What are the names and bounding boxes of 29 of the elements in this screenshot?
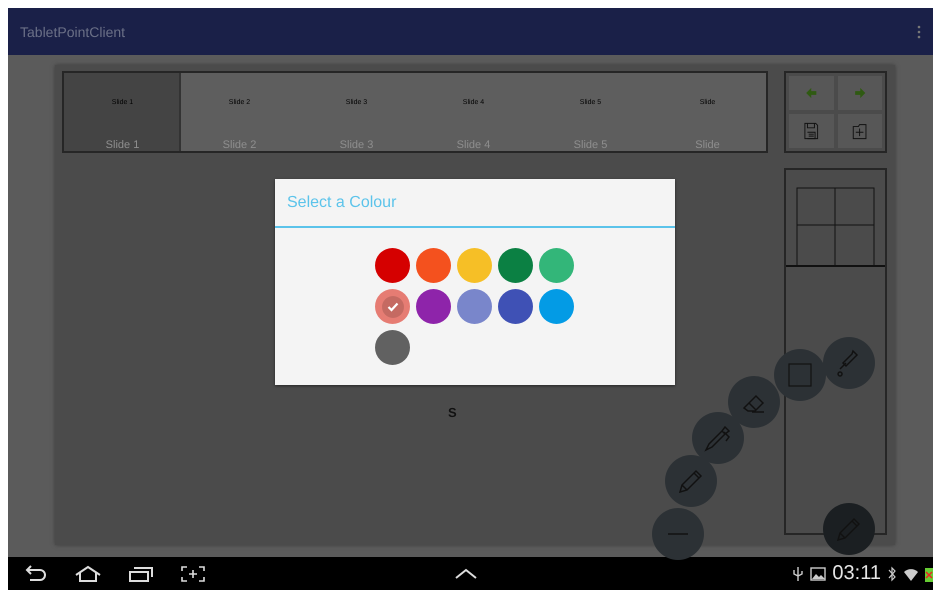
colour-swatch[interactable] — [375, 330, 410, 365]
add-folder-button[interactable] — [838, 114, 882, 148]
colour-swatch[interactable] — [457, 289, 492, 324]
colour-swatch[interactable] — [375, 248, 410, 283]
canvas-text: S — [448, 405, 457, 420]
recent-apps-icon[interactable] — [128, 564, 154, 582]
image-icon — [810, 566, 826, 580]
battery-icon — [925, 566, 933, 582]
dialog-title: Select a Colour — [287, 194, 396, 212]
overflow-menu-icon[interactable] — [917, 24, 921, 38]
colour-swatch[interactable] — [498, 289, 533, 324]
usb-icon — [792, 566, 804, 582]
colour-swatch[interactable] — [498, 248, 533, 283]
save-button[interactable] — [789, 114, 834, 148]
colour-swatch[interactable] — [539, 289, 574, 324]
slide-label: Slide 1 — [106, 140, 140, 151]
colour-swatch[interactable] — [416, 248, 451, 283]
colour-swatch[interactable] — [457, 248, 492, 283]
bluetooth-icon — [887, 566, 897, 582]
colour-swatch[interactable] — [539, 248, 574, 283]
clock: 03:11 — [832, 562, 881, 585]
screenshot-icon[interactable] — [180, 564, 206, 582]
line-tool-icon — [668, 533, 688, 535]
app-title: TabletPointClient — [20, 24, 126, 40]
colour-swatch[interactable] — [416, 289, 451, 324]
colour-swatch[interactable] — [375, 289, 410, 324]
caret-up-icon[interactable] — [454, 568, 478, 580]
home-icon[interactable] — [74, 564, 102, 582]
check-icon — [386, 302, 398, 312]
